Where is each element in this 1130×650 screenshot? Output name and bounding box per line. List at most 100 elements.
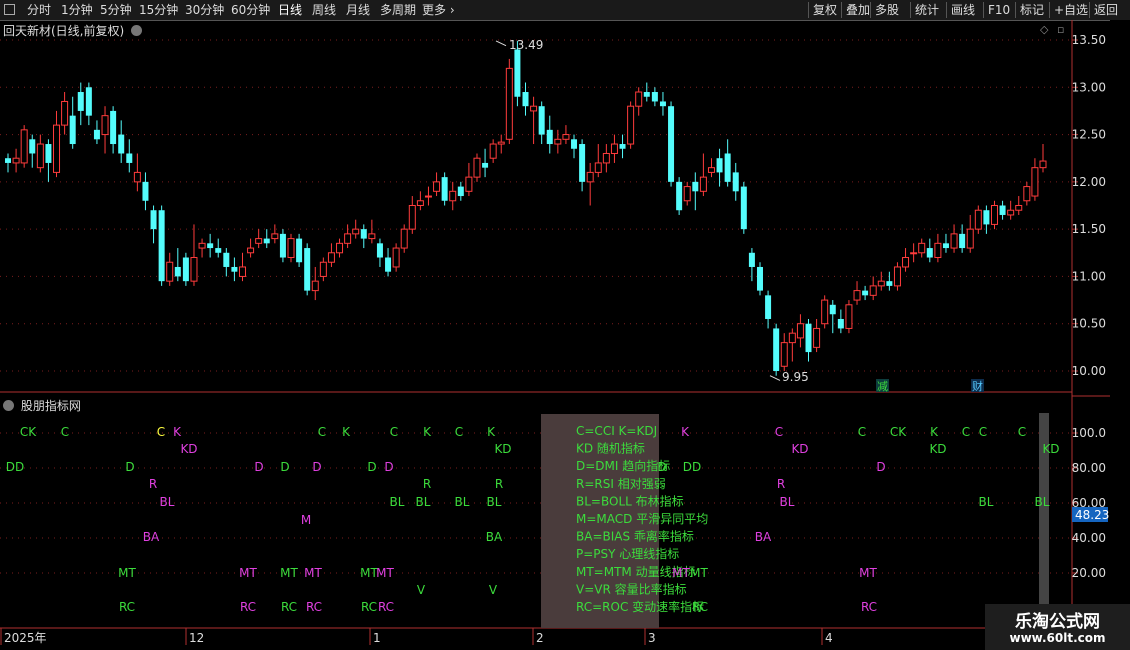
- candle-body-down: [457, 186, 464, 197]
- toolbar-button-1[interactable]: 叠加: [846, 0, 870, 20]
- candle: [473, 153, 481, 182]
- candle-body-up: [166, 261, 174, 282]
- candle-body-up: [255, 238, 263, 244]
- candle-body-up: [408, 204, 416, 230]
- candle-body-up: [61, 100, 69, 126]
- candle: [635, 87, 643, 116]
- candle: [668, 101, 675, 187]
- candle-body-down: [263, 238, 270, 244]
- watermark-url: www.60lt.com: [1009, 631, 1106, 645]
- indicator-signals: CK C C K C K C K C K K C C CK K C C CKD KD KD KD KDDD D D D D D D D D…: [6, 425, 1060, 614]
- candle: [813, 318, 821, 353]
- period-tab-6[interactable]: 日线: [278, 0, 302, 20]
- candle: [1015, 196, 1023, 215]
- signal-label: KD: [929, 442, 946, 456]
- candle-body-up: [562, 134, 570, 140]
- signal-label: BL: [487, 495, 502, 509]
- candle-body-up: [918, 242, 926, 254]
- toolbar-button-0[interactable]: 复权: [813, 0, 837, 20]
- candle: [756, 262, 763, 296]
- indicator-tick-label: 20.00: [1072, 566, 1106, 580]
- toolbar-button-3[interactable]: 统计: [915, 0, 939, 20]
- stock-name-label: 回天新材(日线,前复权): [3, 24, 125, 38]
- candle-body-down: [45, 144, 52, 163]
- candle: [877, 271, 885, 291]
- candle: [482, 148, 489, 178]
- indicator-legend: C=CCI K=KDJ KD 随机指标 D=DMI 趋向指标 R=RSI 相对强弱 BL…: [541, 414, 708, 628]
- price-tick-label: 11.50: [1072, 222, 1106, 236]
- chevron-down-icon[interactable]: [3, 400, 14, 411]
- candle: [893, 262, 901, 291]
- candle-body-down: [77, 92, 84, 111]
- candle-body-up: [530, 105, 538, 112]
- candle: [748, 248, 755, 282]
- chevron-down-icon[interactable]: [131, 25, 143, 36]
- candle: [279, 229, 286, 263]
- toolbar-button-4[interactable]: 画线: [951, 0, 975, 20]
- candle: [20, 125, 28, 168]
- candle-body-down: [942, 243, 949, 249]
- candle-body-up: [238, 266, 246, 277]
- period-tab-8[interactable]: 月线: [346, 0, 370, 20]
- event-marker-reduce: 减: [877, 380, 888, 393]
- time-tick-label: 2025年: [4, 631, 47, 645]
- period-tab-10[interactable]: 更多 ›: [422, 0, 455, 20]
- period-tab-4[interactable]: 30分钟: [185, 0, 224, 20]
- signal-label: MT: [360, 566, 378, 580]
- price-chart-title: 回天新材(日线,前复权): [3, 22, 143, 39]
- period-tab-1[interactable]: 1分钟: [61, 0, 93, 20]
- candle: [602, 144, 610, 173]
- period-tab-2[interactable]: 5分钟: [100, 0, 132, 20]
- candle: [1031, 158, 1039, 201]
- candle: [862, 285, 869, 301]
- candle-body-up: [497, 141, 505, 145]
- period-tab-5[interactable]: 60分钟: [231, 0, 270, 20]
- candle-body-up: [505, 67, 513, 140]
- indicator-tick-label: 100.0: [1072, 426, 1106, 440]
- signal-label: C: [962, 425, 970, 439]
- period-tab-9[interactable]: 多周期: [380, 0, 416, 20]
- candle: [223, 248, 230, 277]
- signal-label: RC: [119, 600, 135, 614]
- candle: [773, 323, 780, 376]
- toolbar-button-6[interactable]: 标记: [1020, 0, 1044, 20]
- current-value-label: 48.23: [1075, 508, 1109, 522]
- candle: [118, 120, 125, 163]
- legend-line: BL=BOLL 布林指标: [576, 493, 684, 508]
- candle-body-up: [319, 261, 327, 277]
- candle: [821, 295, 829, 329]
- candle: [780, 333, 788, 371]
- candle-body-up: [610, 143, 618, 154]
- toolbar-button-8[interactable]: 返回: [1094, 0, 1118, 20]
- signal-label: KD: [494, 442, 511, 456]
- price-labels: 13.49 9.95 减 财: [495, 38, 984, 393]
- candle-body-down: [150, 210, 157, 230]
- price-tick-label: 13.50: [1072, 33, 1106, 47]
- period-tab-7[interactable]: 周线: [312, 0, 336, 20]
- signal-label: C: [455, 425, 463, 439]
- signal-label: CK: [20, 425, 37, 439]
- candle-body-up: [190, 257, 198, 282]
- toolbar-button-2[interactable]: 多股: [875, 0, 899, 20]
- candle: [788, 328, 796, 362]
- candle: [287, 233, 295, 263]
- candle: [352, 219, 360, 239]
- candle: [215, 238, 222, 258]
- signal-label: MT: [118, 566, 136, 580]
- candle-body-down: [959, 233, 966, 249]
- indicator-tick-label: 60.00: [1072, 496, 1106, 510]
- candle: [983, 205, 990, 234]
- candle-body-down: [223, 252, 230, 267]
- toolbar-button-5[interactable]: F10: [988, 0, 1010, 20]
- candle: [45, 139, 52, 182]
- candle: [319, 257, 327, 282]
- period-tab-0[interactable]: 分时: [27, 0, 51, 20]
- toolbar-button-7[interactable]: +自选: [1054, 0, 1088, 20]
- signal-label: MT: [280, 566, 298, 580]
- candle: [344, 224, 352, 249]
- signal-label: R: [149, 477, 157, 491]
- candle-body-down: [732, 172, 739, 192]
- window-icon[interactable]: [4, 4, 15, 15]
- period-tab-3[interactable]: 15分钟: [139, 0, 178, 20]
- kline-chart[interactable]: 13.50 13.00 12.50 12.00 11.50 11.00 10.50 10.00…: [0, 0, 1130, 650]
